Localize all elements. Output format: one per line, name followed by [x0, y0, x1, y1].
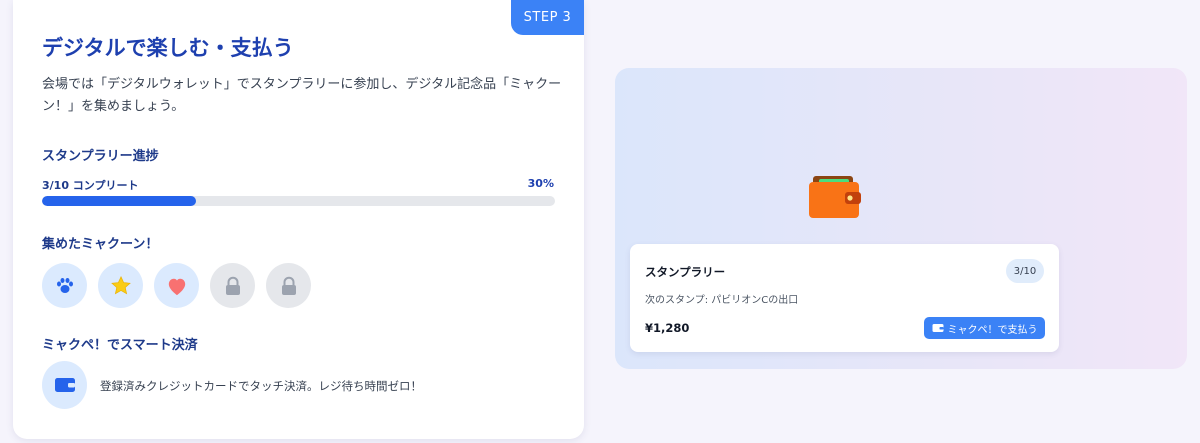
- payment-heading: ミャクペ！でスマート決済: [42, 338, 198, 353]
- pay-button-label: ミャクペ！で支払う: [947, 324, 1038, 336]
- stamp-heart[interactable]: [154, 263, 199, 308]
- price-text: ¥1,280: [645, 321, 690, 335]
- card-description: 会場では「デジタルウォレット」でスタンプラリーに参加し、デジタル記念品「ミャクー…: [42, 77, 562, 114]
- stamp-locked[interactable]: [266, 263, 311, 308]
- progress-percent: 30%: [527, 177, 554, 190]
- lock-icon: [225, 276, 240, 295]
- progress-label: 3/10 コンプリート: [42, 179, 139, 192]
- payment-description: 登録済みクレジットカードでタッチ決済。レジ待ち時間ゼロ！: [100, 379, 422, 393]
- stamp-star[interactable]: [98, 263, 143, 308]
- lock-icon: [281, 276, 296, 295]
- app-preview: スタンプラリー 3/10 次のスタンプ: パビリオンCの出口 ¥1,280 ミャ…: [615, 68, 1187, 369]
- progress-bar: [42, 196, 555, 206]
- next-stamp-text: 次のスタンプ: パビリオンCの出口: [645, 295, 799, 306]
- collected-heading: 集めたミャクーン！: [42, 237, 159, 252]
- wallet-icon: [809, 176, 865, 224]
- star-icon: [110, 275, 131, 294]
- stamp-locked[interactable]: [210, 263, 255, 308]
- wallet-icon: [54, 378, 75, 392]
- stamp-rally-title: スタンプラリー: [645, 265, 726, 279]
- feature-card: STEP 3 デジタルで楽しむ・支払う 会場では「デジタルウォレット」でスタンプ…: [13, 0, 584, 439]
- stamp-count-badge: 3/10: [1006, 259, 1044, 283]
- payment-icon-badge: [42, 361, 87, 409]
- paw-icon: [56, 277, 73, 293]
- stamp-rally-card: スタンプラリー 3/10 次のスタンプ: パビリオンCの出口 ¥1,280 ミャ…: [630, 244, 1059, 352]
- progress-heading: スタンプラリー進捗: [42, 149, 159, 164]
- step-badge: STEP 3: [511, 0, 584, 35]
- wallet-icon: [932, 324, 943, 332]
- card-title: デジタルで楽しむ・支払う: [42, 36, 294, 60]
- heart-icon: [168, 278, 185, 295]
- stamp-list: [42, 263, 311, 308]
- pay-button[interactable]: ミャクペ！で支払う: [924, 317, 1045, 339]
- stamp-paw[interactable]: [42, 263, 87, 308]
- progress-bar-fill: [42, 196, 196, 206]
